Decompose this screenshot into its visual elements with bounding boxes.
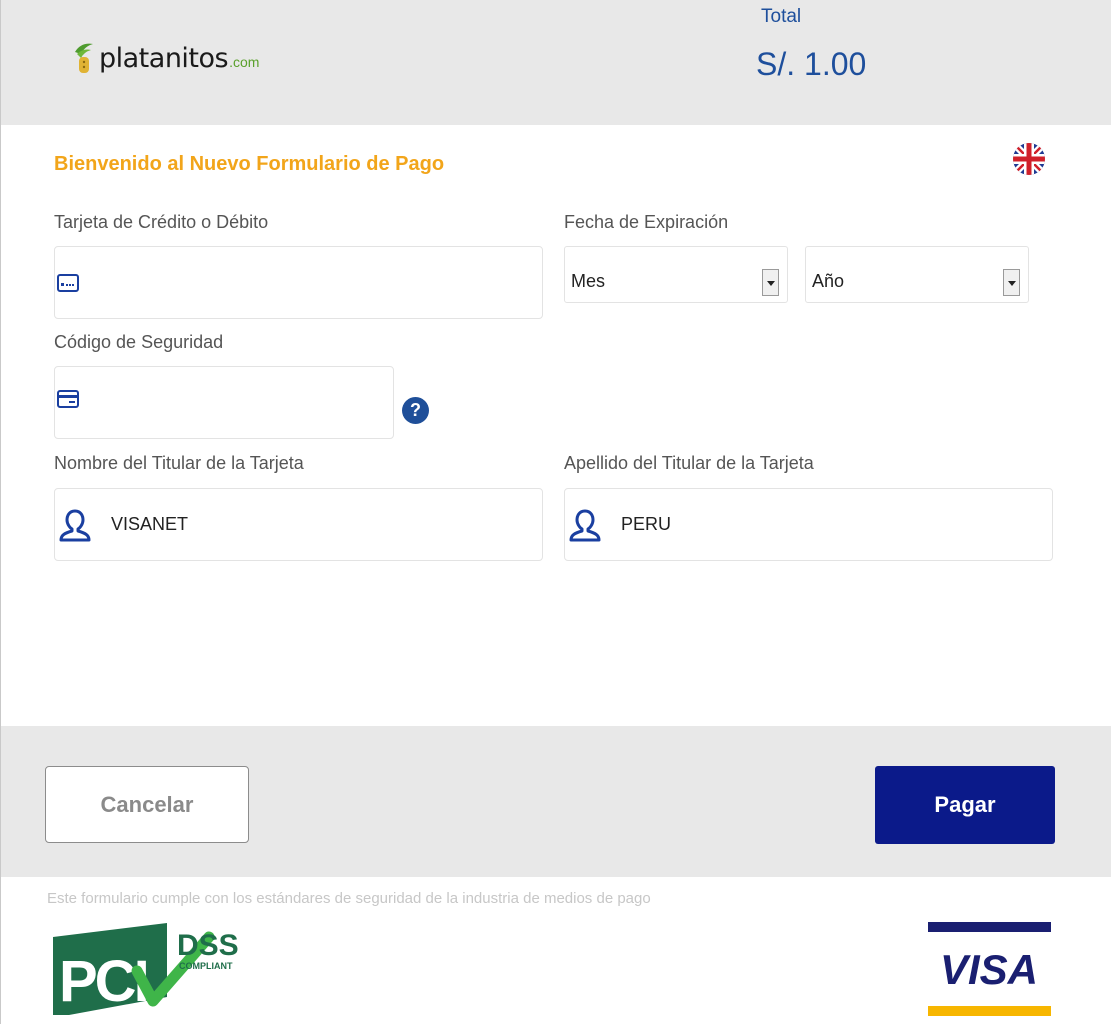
security-code-field[interactable]: [54, 366, 394, 439]
first-name-value: VISANET: [111, 514, 189, 534]
platanitos-logo: platanitos .com: [73, 38, 259, 78]
expiration-year-select[interactable]: Año: [805, 246, 1029, 303]
compliant-text: COMPLIANT: [179, 961, 233, 971]
welcome-title: Bienvenido al Nuevo Formulario de Pago: [54, 153, 445, 175]
last-name-label: Apellido del Titular de la Tarjeta: [564, 453, 814, 473]
expiration-year-value: Año: [812, 271, 845, 291]
card-number-icon: [57, 273, 79, 292]
security-card-icon: [57, 389, 79, 408]
pci-text: PCI: [59, 949, 147, 1014]
payment-form-frame: platanitos .com Total S/. 1.00 Bienvenid…: [0, 0, 1111, 1024]
security-code-label: Código de Seguridad: [54, 332, 224, 352]
first-name-field[interactable]: VISANET: [54, 488, 543, 561]
dss-text: DSS: [177, 929, 239, 962]
expiration-month-select[interactable]: Mes: [564, 246, 788, 303]
logo-text: platanitos: [99, 42, 229, 74]
total-amount: S/. 1.00: [756, 46, 867, 82]
language-flag-icon[interactable]: [1012, 142, 1046, 176]
visa-text: VISA: [940, 946, 1038, 993]
cancel-button[interactable]: Cancelar: [45, 766, 249, 843]
help-icon[interactable]: ?: [402, 397, 429, 424]
header: platanitos .com Total S/. 1.00: [1, 0, 1111, 125]
user-icon: [59, 509, 91, 541]
user-icon: [569, 509, 601, 541]
security-disclaimer: Este formulario cumple con los estándare…: [47, 890, 651, 907]
card-number-label: Tarjeta de Crédito o Débito: [54, 212, 269, 232]
pay-button[interactable]: Pagar: [875, 766, 1055, 844]
chevron-down-icon[interactable]: [762, 269, 779, 296]
visa-logo: VISA: [928, 922, 1051, 1016]
first-name-label: Nombre del Titular de la Tarjeta: [54, 453, 304, 473]
expiration-label: Fecha de Expiración: [564, 212, 729, 232]
logo-tld: .com: [229, 54, 260, 70]
pci-dss-logo: PCI DSS COMPLIANT: [53, 923, 239, 1015]
total-label: Total: [761, 6, 802, 27]
expiration-month-value: Mes: [571, 271, 606, 291]
last-name-field[interactable]: PERU: [564, 488, 1053, 561]
chevron-down-icon[interactable]: [1003, 269, 1020, 296]
last-name-value: PERU: [621, 514, 672, 534]
platanitos-logo-icon: [75, 43, 93, 73]
card-number-field[interactable]: [54, 246, 543, 319]
